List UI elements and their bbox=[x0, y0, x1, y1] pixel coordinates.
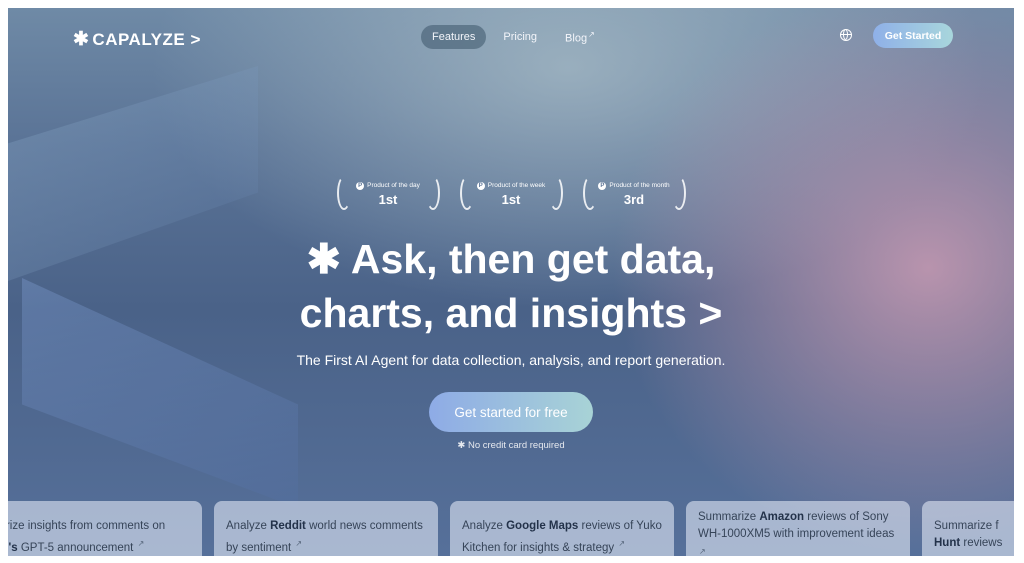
asterisk-icon: ✱ bbox=[306, 236, 341, 282]
card-bold-text: Reddit bbox=[270, 520, 306, 532]
card-text: Summarize f bbox=[934, 520, 999, 532]
headline-line-1: ✱ Ask, then get data, bbox=[8, 232, 1014, 286]
globe-icon[interactable] bbox=[840, 29, 852, 41]
headline-line-2: charts, and insights > bbox=[299, 290, 723, 336]
top-nav: ✱ CAPALYZE > Features Pricing Blog↗ Get … bbox=[8, 22, 1014, 52]
awards-row: P Product of the day 1st P Product of the … bbox=[8, 174, 1014, 214]
external-link-icon: ↗ bbox=[618, 539, 626, 548]
award-badge[interactable]: P Product of the day 1st bbox=[336, 174, 440, 214]
external-link-icon: ↗ bbox=[588, 30, 595, 39]
hero-subtitle: The First AI Agent for data collection, … bbox=[296, 352, 726, 368]
no-credit-card-note: ✱ No credit card required bbox=[8, 440, 1014, 451]
card-text: Summarize bbox=[698, 511, 760, 523]
external-link-icon: ↗ bbox=[295, 539, 303, 548]
card-text: reviews bbox=[960, 537, 1003, 549]
nav-link-blog-label: Blog bbox=[565, 32, 588, 45]
example-prompt-card[interactable]: Summarize Amazon reviews of Sony WH-1000… bbox=[686, 501, 910, 556]
award-rank: 3rd bbox=[623, 191, 645, 207]
brand-logo[interactable]: ✱ CAPALYZE > bbox=[73, 28, 201, 51]
award-label: P Product of the day bbox=[356, 181, 420, 190]
card-text: marize insights from comments on bbox=[8, 520, 166, 532]
laurel-right-icon bbox=[425, 176, 440, 210]
award-rank: 1st bbox=[501, 191, 521, 207]
card-text: Analyze bbox=[226, 520, 271, 532]
nav-links: Features Pricing Blog↗ bbox=[421, 24, 606, 51]
award-label-text: Product of the week bbox=[487, 182, 546, 189]
card-bold-text: nAI's bbox=[8, 541, 18, 554]
award-label: P Product of the week bbox=[476, 181, 546, 190]
hero-section: ✱ CAPALYZE > Features Pricing Blog↗ Get … bbox=[8, 8, 1014, 556]
example-prompt-card[interactable]: marize insights from comments on nAI's G… bbox=[8, 501, 202, 556]
nav-link-features[interactable]: Features bbox=[421, 25, 487, 50]
get-started-button[interactable]: Get Started bbox=[873, 23, 953, 48]
example-prompts-carousel: marize insights from comments on nAI's G… bbox=[8, 501, 1014, 556]
nav-link-pricing[interactable]: Pricing bbox=[492, 25, 548, 49]
award-label-text: Product of the month bbox=[609, 182, 670, 189]
award-label: P Product of the month bbox=[598, 181, 670, 190]
no-credit-card-text: No credit card required bbox=[467, 440, 565, 451]
award-badge[interactable]: P Product of the week 1st bbox=[459, 174, 563, 214]
laurel-right-icon bbox=[671, 176, 686, 210]
headline-line-1-text: Ask, then get data, bbox=[350, 236, 716, 282]
card-text: Analyze bbox=[462, 520, 507, 532]
award-rank: 1st bbox=[378, 191, 398, 207]
laurel-left-icon bbox=[582, 176, 597, 210]
producthunt-icon: P bbox=[476, 181, 485, 190]
card-bold-text: Amazon bbox=[759, 511, 805, 523]
example-prompt-card[interactable]: Summarize f Hunt reviews bbox=[922, 501, 1014, 556]
producthunt-icon: P bbox=[598, 181, 607, 190]
asterisk-icon: ✱ bbox=[457, 440, 466, 451]
laurel-left-icon bbox=[336, 176, 351, 210]
laurel-right-icon bbox=[548, 176, 563, 210]
card-bold-text: Google Maps bbox=[506, 520, 579, 532]
card-text: GPT-5 announcement bbox=[17, 541, 134, 554]
external-link-icon: ↗ bbox=[699, 547, 706, 556]
hero-headline: ✱ Ask, then get data, charts, and insigh… bbox=[8, 232, 1014, 340]
producthunt-icon: P bbox=[356, 181, 365, 190]
brand-name: CAPALYZE > bbox=[92, 29, 201, 49]
example-prompt-card[interactable]: Analyze Reddit world news comments by se… bbox=[214, 501, 438, 556]
get-started-free-button[interactable]: Get started for free bbox=[429, 392, 593, 432]
nav-link-blog[interactable]: Blog↗ bbox=[554, 24, 606, 51]
laurel-left-icon bbox=[459, 176, 474, 210]
award-badge[interactable]: P Product of the month 3rd bbox=[582, 174, 686, 214]
card-bold-text: Hunt bbox=[934, 537, 961, 549]
asterisk-icon: ✱ bbox=[73, 29, 90, 50]
example-prompt-card[interactable]: Analyze Google Maps reviews of Yuko Kitc… bbox=[450, 501, 674, 556]
award-label-text: Product of the day bbox=[367, 182, 420, 189]
external-link-icon: ↗ bbox=[137, 539, 145, 548]
